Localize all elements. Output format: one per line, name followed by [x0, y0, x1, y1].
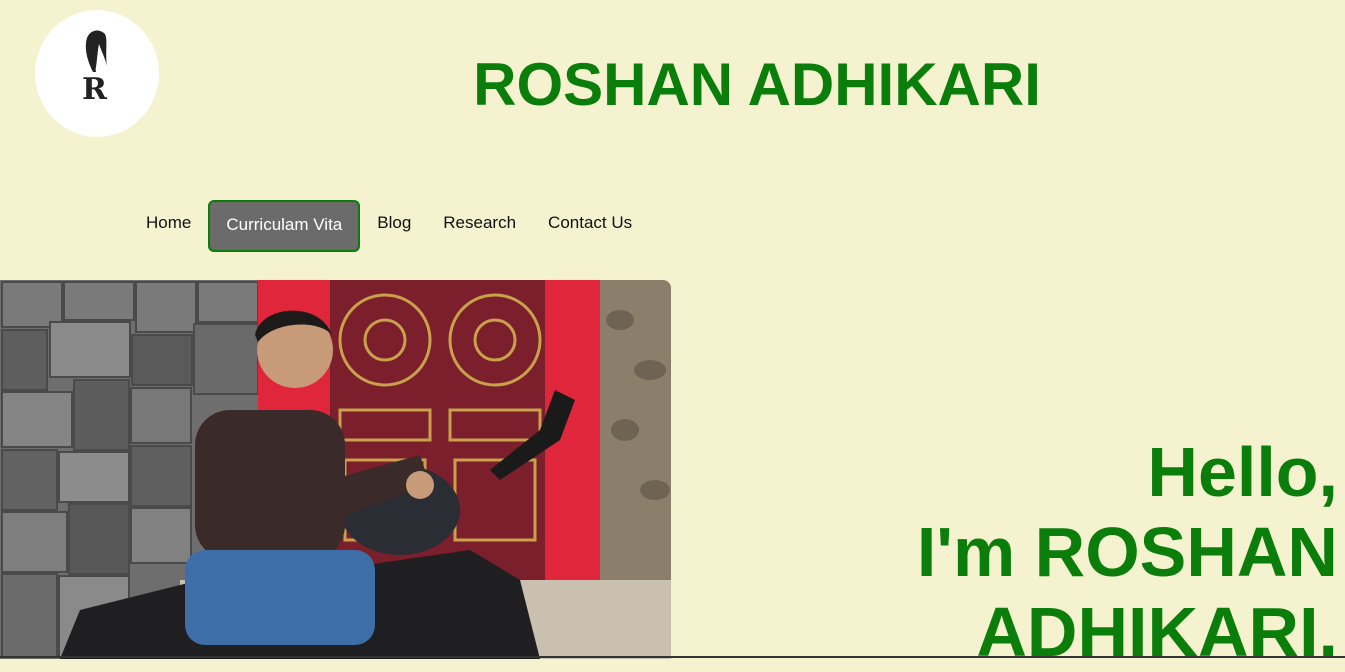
site-title: ROSHAN ADHIKARI: [473, 51, 1041, 118]
nav-home[interactable]: Home: [130, 200, 207, 252]
nav-blog[interactable]: Blog: [361, 200, 427, 252]
nav-research[interactable]: Research: [427, 200, 532, 252]
divider-line: [0, 656, 1345, 658]
hero-photo: [0, 280, 671, 659]
hero-greeting: Hello, I'm ROSHAN ADHIKARI.: [917, 432, 1338, 672]
greeting-line-1: Hello,: [1147, 433, 1338, 511]
greeting-line-2: I'm ROSHAN: [916, 513, 1338, 591]
nav-contact-us[interactable]: Contact Us: [532, 200, 648, 252]
nav-curriculum-vita[interactable]: Curriculam Vita: [208, 200, 361, 252]
main-nav: Home Curriculam Vita Blog Research Conta…: [130, 200, 648, 252]
greeting-line-3: ADHIKARI.: [976, 593, 1338, 671]
